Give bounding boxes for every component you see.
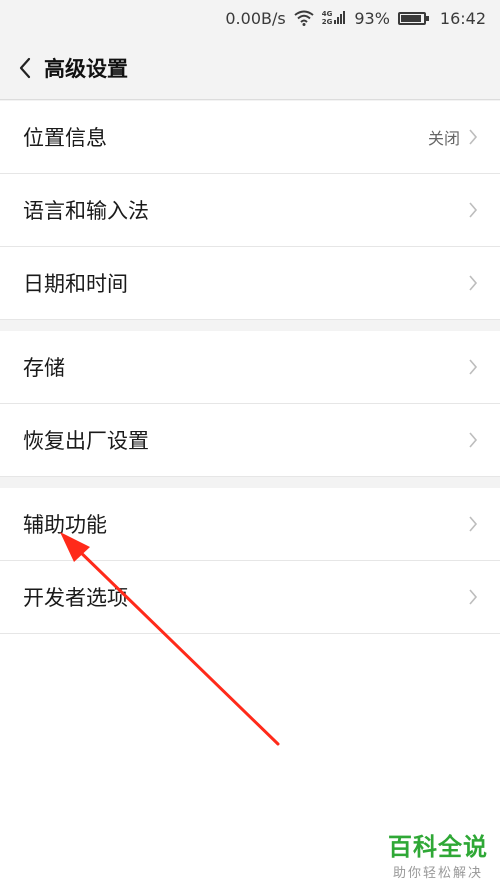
net-speed: 0.00B/s <box>225 8 286 28</box>
settings-group-2: 存储 恢复出厂设置 <box>0 331 500 477</box>
wifi-icon <box>294 10 314 26</box>
status-bar: 0.00B/s 4G 2G 93% 16:42 <box>0 0 500 36</box>
settings-item-label: 日期和时间 <box>23 272 128 296</box>
clock: 16:42 <box>439 8 486 28</box>
settings-item-developer-options[interactable]: 开发者选项 <box>0 561 500 634</box>
settings-item-label: 开发者选项 <box>23 586 128 610</box>
chevron-right-icon <box>469 359 478 375</box>
chevron-right-icon <box>469 589 478 605</box>
settings-item-label: 存储 <box>23 356 65 380</box>
location-status-value: 关闭 <box>427 129 460 148</box>
back-button[interactable] <box>18 53 38 83</box>
signal-bars-icon <box>334 11 346 24</box>
page-title: 高级设置 <box>44 56 128 81</box>
watermark-slogan: 助你轻松解决 <box>392 866 483 881</box>
chevron-right-icon <box>469 432 478 448</box>
settings-item-location[interactable]: 位置信息 关闭 <box>0 101 500 174</box>
net-type-2g: 2G <box>321 18 333 26</box>
chevron-right-icon <box>469 129 478 145</box>
chevron-right-icon <box>469 516 478 532</box>
settings-item-storage[interactable]: 存储 <box>0 331 500 404</box>
app-header: 高级设置 <box>0 36 500 100</box>
settings-item-label: 位置信息 <box>23 126 107 150</box>
watermark-logo: 百科全说 助你轻松解决 <box>388 827 488 881</box>
settings-item-label: 恢复出厂设置 <box>23 429 149 453</box>
settings-group-1: 位置信息 关闭 语言和输入法 日期和时间 <box>0 101 500 320</box>
chevron-right-icon <box>469 202 478 218</box>
settings-item-label: 语言和输入法 <box>23 199 149 223</box>
settings-item-language-input[interactable]: 语言和输入法 <box>0 174 500 247</box>
settings-item-factory-reset[interactable]: 恢复出厂设置 <box>0 404 500 477</box>
net-type-4g: 4G <box>321 10 333 18</box>
watermark-brand: 百科全说 <box>388 833 488 861</box>
chevron-right-icon <box>469 275 478 291</box>
signal-indicator: 4G 2G <box>322 10 347 26</box>
settings-item-accessibility[interactable]: 辅助功能 <box>0 488 500 561</box>
battery-icon <box>397 11 429 25</box>
settings-item-date-time[interactable]: 日期和时间 <box>0 247 500 320</box>
battery-percent: 93% <box>354 8 390 28</box>
chevron-left-icon <box>19 57 31 78</box>
settings-item-label: 辅助功能 <box>23 513 107 537</box>
